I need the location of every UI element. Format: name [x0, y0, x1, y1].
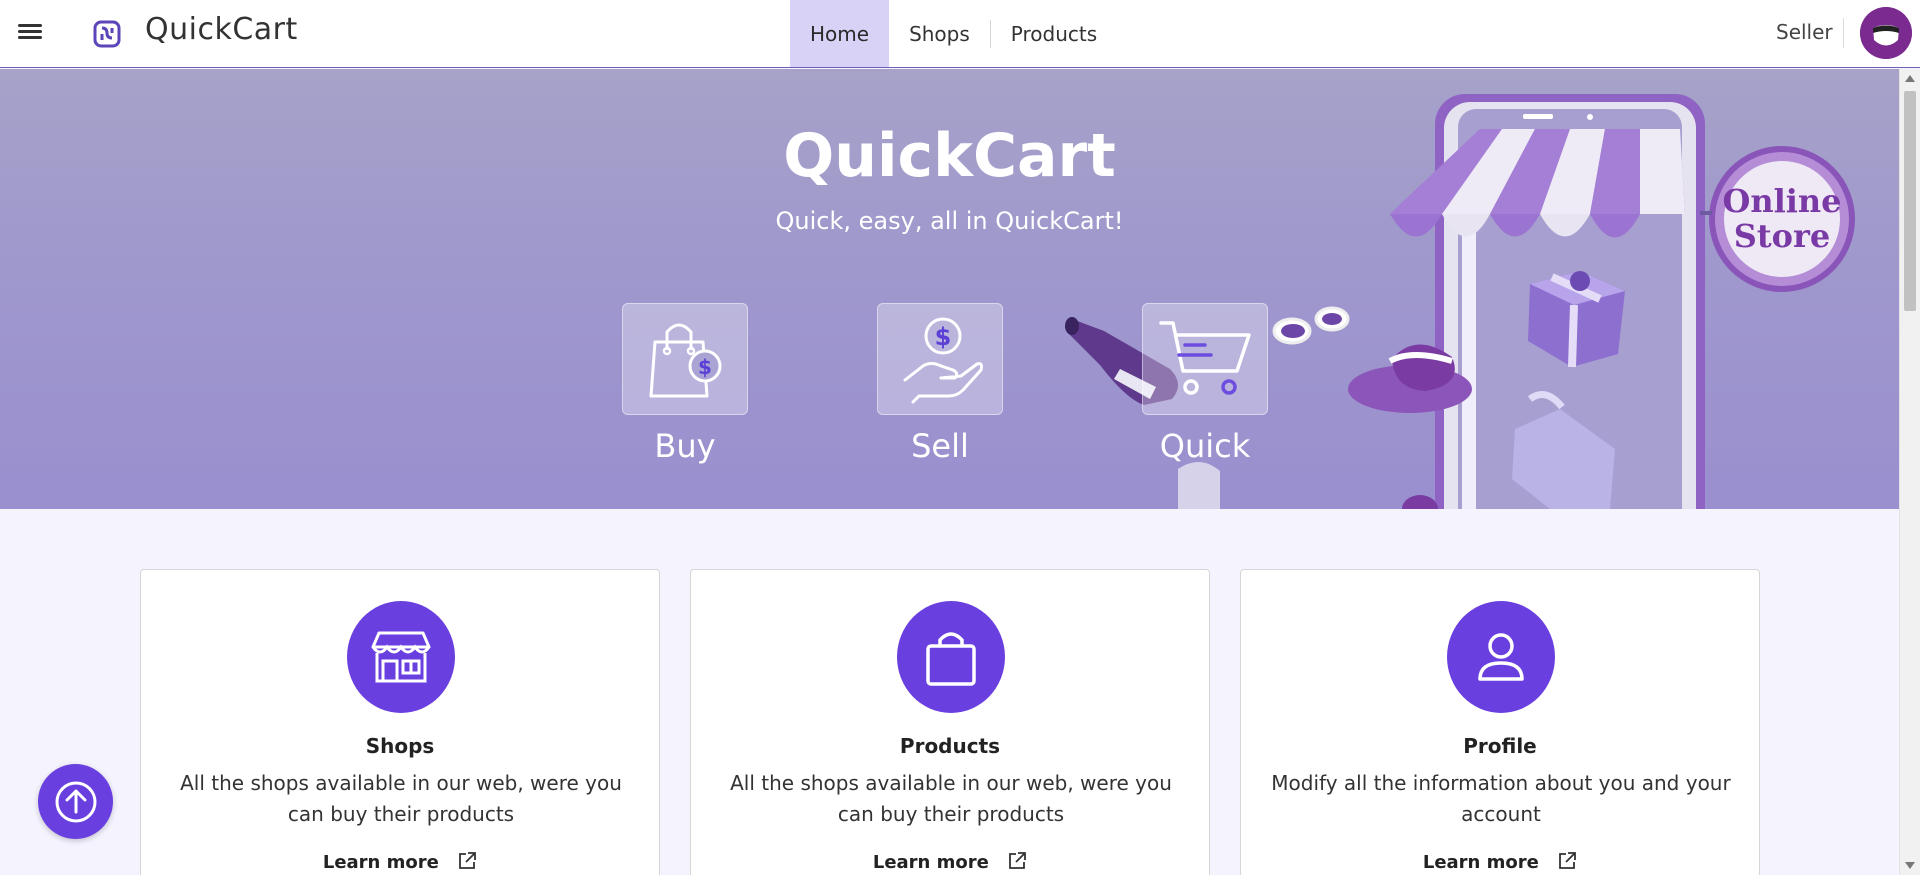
top-navbar: QuickCart Home Shops Products Seller: [0, 0, 1920, 68]
feature-quick: Quick: [1142, 303, 1268, 465]
nav-shops[interactable]: Shops: [889, 0, 990, 67]
store-icon: [371, 631, 431, 683]
card-icon-profile: [1447, 601, 1555, 713]
brand-name[interactable]: QuickCart: [145, 12, 298, 47]
arrow-up-circle-icon: [55, 781, 96, 822]
external-link-icon: [459, 852, 477, 869]
hero-banner: QuickCart Quick, easy, all in QuickCart!…: [0, 69, 1899, 509]
card-title-products: Products: [899, 734, 1001, 758]
sunglasses-illustration: [1272, 306, 1350, 345]
nav-products[interactable]: Products: [991, 0, 1117, 67]
card-icon-shops: [347, 601, 455, 713]
seller-role-link[interactable]: Seller: [1776, 20, 1833, 44]
scrollbar-thumb[interactable]: [1904, 91, 1916, 311]
feature-label-sell: Sell: [911, 427, 969, 465]
card-text-products: All the shops available in our web, were…: [730, 771, 1172, 826]
user-icon: [1478, 633, 1524, 681]
shopping-bag-dollar-icon: $: [649, 323, 722, 398]
card-text-profile: Modify all the information about you and…: [1271, 771, 1731, 826]
bag-icon: [926, 632, 976, 686]
nav-home[interactable]: Home: [790, 0, 890, 67]
back-to-top-button[interactable]: [38, 764, 113, 839]
svg-text:$: $: [698, 355, 712, 379]
card-text-shops: All the shops available in our web, were…: [180, 771, 622, 826]
feature-sell: $ Sell: [877, 303, 1003, 465]
learn-more-label: Learn more: [872, 852, 989, 873]
external-link-icon: [1559, 852, 1577, 869]
online-store-sign: Online Store: [1700, 146, 1855, 292]
learn-more-profile-link[interactable]: Learn more: [1241, 851, 1759, 873]
card-products: Products All the shops available in our …: [690, 569, 1210, 875]
sign-line-2: Store: [1734, 217, 1830, 255]
ball-illustration: [1402, 495, 1438, 509]
card-title-profile: Profile: [1463, 734, 1537, 758]
scroll-down-arrow-icon[interactable]: [1905, 862, 1915, 869]
learn-more-label: Learn more: [322, 852, 439, 873]
feature-tile-quick: [1142, 303, 1268, 415]
main-nav: Home Shops Products: [790, 0, 1117, 67]
hamburger-menu-icon[interactable]: [16, 21, 44, 45]
learn-more-shops-link[interactable]: Learn more: [141, 851, 659, 873]
quickcart-logo-icon[interactable]: [93, 20, 121, 48]
avatar-face-icon: [1860, 7, 1912, 59]
learn-more-label: Learn more: [1422, 852, 1539, 873]
fast-cart-icon: [1159, 321, 1251, 395]
feature-label-quick: Quick: [1159, 427, 1251, 465]
page-scrollbar[interactable]: [1899, 69, 1920, 875]
sign-line-1: Online: [1722, 182, 1841, 220]
learn-more-products-link[interactable]: Learn more: [691, 851, 1209, 873]
card-profile: Profile Modify all the information about…: [1240, 569, 1760, 875]
card-title-shops: Shops: [365, 734, 435, 758]
feature-label-buy: Buy: [654, 427, 716, 465]
header-divider: [1843, 18, 1844, 48]
user-avatar[interactable]: [1860, 7, 1912, 59]
card-shops: Shops All the shops available in our web…: [140, 569, 660, 875]
card-icon-products: [897, 601, 1005, 713]
hand-coin-icon: $: [903, 317, 983, 404]
feature-tile-sell: $: [877, 303, 1003, 415]
feature-tile-buy: $: [622, 303, 748, 415]
external-link-icon: [1009, 852, 1027, 869]
feature-buy: $ Buy: [622, 303, 748, 465]
svg-text:$: $: [935, 323, 952, 351]
can-illustration: [1178, 461, 1220, 509]
scroll-up-arrow-icon[interactable]: [1905, 75, 1915, 82]
